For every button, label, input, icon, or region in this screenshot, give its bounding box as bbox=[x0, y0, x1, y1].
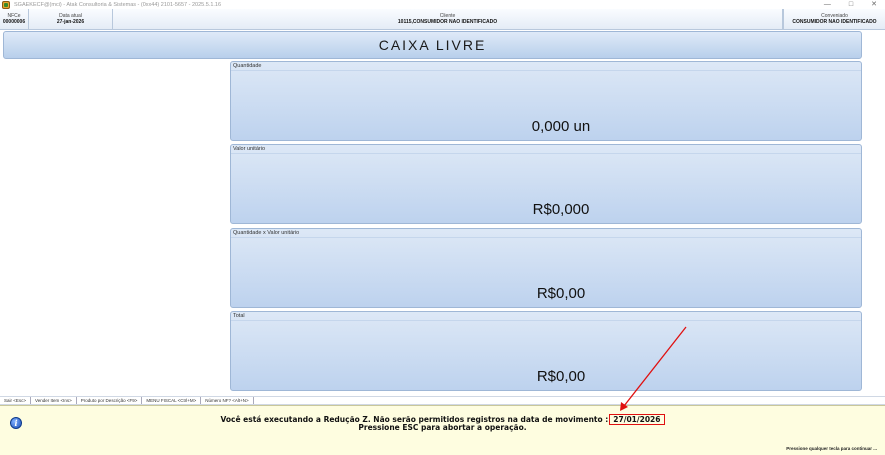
valor-unitario-label: Valor unitário bbox=[233, 146, 265, 152]
total-label: Total bbox=[233, 313, 245, 319]
client-cell: Cliente 10115,CONSUMIDOR NAO IDENTIFICAD… bbox=[113, 9, 783, 29]
title-bar: SGAEKECF@(mci) - Atak Consultoria & Sist… bbox=[0, 0, 885, 9]
nfce-cell: NFCe 00000006 bbox=[0, 9, 29, 29]
date-cell: Data atual 27-jan-2026 bbox=[29, 9, 113, 29]
conveniado-value: CONSUMIDOR NAO IDENTIFICADO bbox=[792, 19, 877, 25]
shortcut-bar: Sair <Esc> Vender Item <Ins> Produto por… bbox=[0, 396, 885, 405]
status-banner: CAIXA LIVRE bbox=[3, 31, 862, 59]
quantidade-panel: Quantidade 0,000 un bbox=[230, 61, 862, 141]
qtd-x-valor-label: Quantidade x Valor unitário bbox=[233, 230, 300, 236]
app-icon bbox=[2, 0, 10, 9]
status-text: CAIXA LIVRE bbox=[378, 37, 487, 53]
valor-unitario-panel: Valor unitário R$0,000 bbox=[230, 144, 862, 224]
close-icon[interactable]: ✕ bbox=[871, 0, 877, 9]
shortcut-numero-nf[interactable]: Número NF? <Alt+N> bbox=[201, 397, 254, 404]
shortcut-sair[interactable]: Sair <Esc> bbox=[0, 397, 32, 404]
shortcut-vender-item[interactable]: Vender Item <Ins> bbox=[31, 397, 77, 404]
message-line-2: Pressione ESC para abortar a operação. bbox=[358, 423, 527, 432]
quantidade-label: Quantidade bbox=[233, 63, 262, 69]
date-value: 27-jan-2026 bbox=[56, 19, 85, 25]
window-title: SGAEKECF@(mci) - Atak Consultoria & Sist… bbox=[14, 1, 222, 8]
continue-hint: Pressione qualquer tecla para continuar … bbox=[786, 446, 877, 451]
qtd-x-valor-panel: Quantidade x Valor unitário R$0,00 bbox=[230, 228, 862, 308]
client-value: 10115,CONSUMIDOR NAO IDENTIFICADO bbox=[397, 19, 498, 25]
nfce-value: 00000006 bbox=[2, 19, 26, 25]
shortcut-produto-descricao[interactable]: Produto por Descrição <F9> bbox=[77, 397, 143, 404]
total-value: R$0,00 bbox=[536, 368, 586, 385]
minimize-icon[interactable]: — bbox=[824, 0, 831, 9]
valor-unitario-value: R$0,000 bbox=[532, 201, 590, 218]
conveniado-cell: Conveniado CONSUMIDOR NAO IDENTIFICADO bbox=[783, 9, 885, 29]
total-panel: Total R$0,00 bbox=[230, 311, 862, 391]
shortcut-menu-fiscal[interactable]: MENU FISCAL <Ctrl+M> bbox=[142, 397, 202, 404]
quantidade-value: 0,000 un bbox=[531, 118, 591, 135]
window-controls: — □ ✕ bbox=[824, 0, 877, 9]
info-header: NFCe 00000006 Data atual 27-jan-2026 Cli… bbox=[0, 9, 885, 30]
maximize-icon[interactable]: □ bbox=[849, 0, 853, 9]
message-area: i Você está executando a Redução Z. Não … bbox=[0, 405, 885, 455]
qtd-x-valor-value: R$0,00 bbox=[536, 285, 586, 302]
